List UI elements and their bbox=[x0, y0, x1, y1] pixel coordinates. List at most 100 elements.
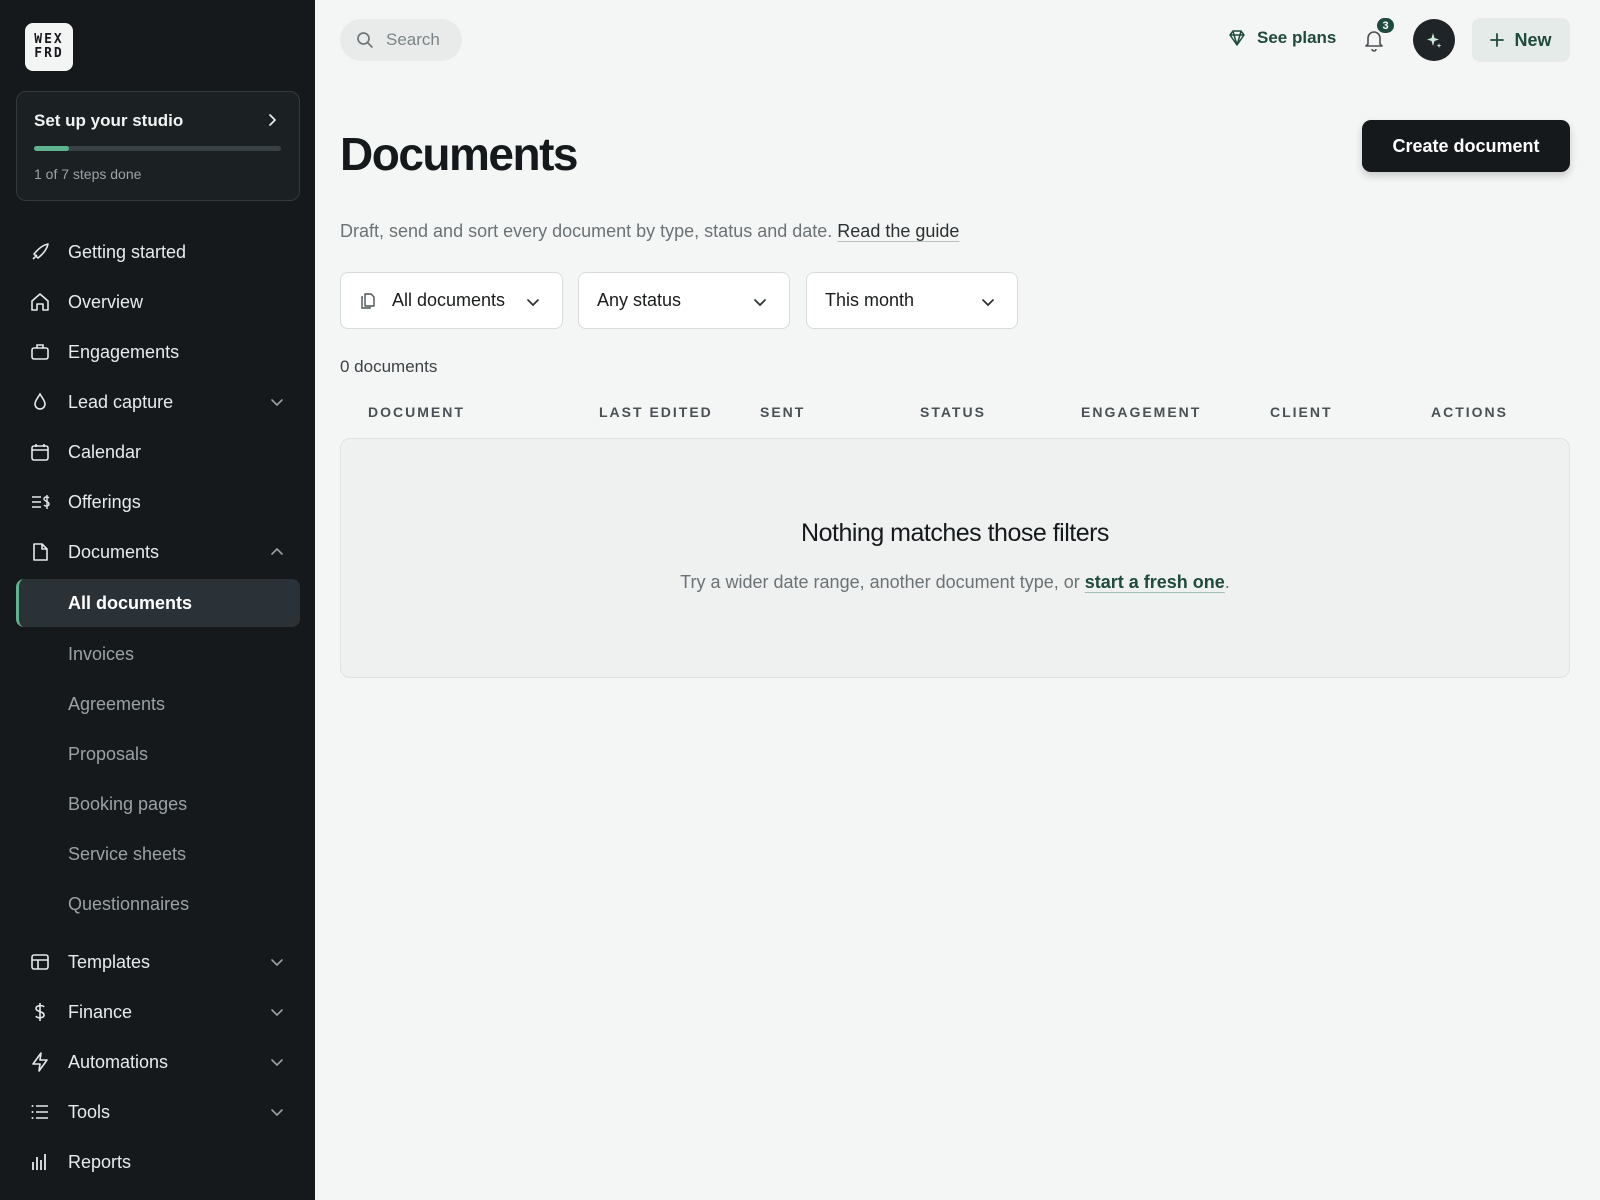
sidebar-item-tools[interactable]: Tools bbox=[16, 1091, 300, 1133]
drop-icon bbox=[29, 391, 51, 413]
chevron-right-icon bbox=[269, 114, 276, 126]
sidebar-subitem-agreements[interactable]: Agreements bbox=[16, 680, 300, 728]
dollar-icon bbox=[29, 1001, 51, 1023]
chevron-down-icon bbox=[271, 399, 283, 407]
logo-line-1: WEX bbox=[34, 32, 64, 47]
studio-logo[interactable]: WEX FRD bbox=[25, 23, 73, 71]
notification-count-badge: 3 bbox=[1376, 17, 1395, 34]
start-fresh-link[interactable]: start a fresh one bbox=[1085, 572, 1225, 592]
sidebar-item-label: Calendar bbox=[68, 441, 142, 462]
date-filter-value: This month bbox=[825, 290, 915, 310]
sidebar-item-offerings[interactable]: Offerings bbox=[16, 481, 300, 523]
empty-state: Nothing matches those filters Try a wide… bbox=[340, 438, 1570, 678]
search-placeholder: Search bbox=[386, 30, 440, 49]
setup-title: Set up your studio bbox=[34, 111, 184, 130]
sidebar-subitem-questionnaires[interactable]: Questionnaires bbox=[16, 880, 300, 928]
calendar-icon bbox=[29, 441, 51, 463]
document-type-filter[interactable]: All documents bbox=[340, 272, 563, 329]
chevron-down-icon bbox=[271, 959, 283, 967]
logo-line-2: FRD bbox=[34, 46, 64, 61]
page-subtitle: Draft, send and sort every document by t… bbox=[340, 221, 959, 242]
column-header-last-edited[interactable]: LAST EDITED bbox=[599, 404, 713, 420]
sidebar-item-label: Overview bbox=[68, 291, 144, 312]
lightning-icon bbox=[29, 1051, 51, 1073]
empty-state-message: Try a wider date range, another document… bbox=[680, 572, 1080, 592]
new-button[interactable]: New bbox=[1472, 18, 1570, 62]
sidebar-item-label: Tools bbox=[68, 1101, 111, 1122]
date-filter[interactable]: This month bbox=[806, 272, 1018, 329]
rocket-icon bbox=[29, 241, 51, 263]
sidebar-item-label: Reports bbox=[68, 1151, 132, 1172]
sidebar-item-automations[interactable]: Automations bbox=[16, 1041, 300, 1083]
sidebar-item-templates[interactable]: Templates bbox=[16, 941, 300, 983]
new-button-label: New bbox=[1514, 29, 1552, 50]
diamond-icon bbox=[1229, 30, 1245, 46]
sidebar-item-label: Templates bbox=[68, 951, 151, 972]
plus-icon bbox=[1490, 33, 1505, 47]
sidebar-item-engagements[interactable]: Engagements bbox=[16, 331, 300, 373]
empty-state-title: Nothing matches those filters bbox=[801, 519, 1109, 547]
column-header-status[interactable]: STATUS bbox=[920, 404, 986, 420]
sidebar-subitem-service-sheets[interactable]: Service sheets bbox=[16, 830, 300, 878]
column-header-actions: ACTIONS bbox=[1431, 404, 1508, 420]
chevron-down-icon bbox=[754, 299, 766, 307]
document-icon bbox=[29, 541, 51, 563]
setup-studio-card[interactable]: Set up your studio 1 of 7 steps done bbox=[16, 91, 300, 201]
bar-chart-icon bbox=[29, 1151, 51, 1173]
subtitle-text: Draft, send and sort every document by t… bbox=[340, 221, 833, 241]
create-document-button[interactable]: Create document bbox=[1362, 120, 1570, 172]
empty-state-period: . bbox=[1224, 572, 1230, 592]
sidebar-item-documents[interactable]: Documents bbox=[16, 531, 300, 573]
sidebar-subitem-proposals[interactable]: Proposals bbox=[16, 730, 300, 778]
sidebar-subitem-invoices[interactable]: Invoices bbox=[16, 630, 300, 678]
sidebar-item-label: Finance bbox=[68, 1001, 133, 1022]
sparkle-icon bbox=[1427, 33, 1442, 48]
sidebar-item-getting-started[interactable]: Getting started bbox=[16, 231, 300, 273]
document-type-value: All documents bbox=[392, 290, 506, 310]
sidebar-subitem-all-documents[interactable]: All documents bbox=[16, 579, 300, 627]
sidebar-item-label: Documents bbox=[68, 541, 160, 562]
chevron-down-icon bbox=[271, 1009, 283, 1017]
chevron-down-icon bbox=[982, 299, 994, 307]
layout-icon bbox=[29, 951, 51, 973]
list-icon bbox=[29, 1101, 51, 1123]
see-plans-label: See plans bbox=[1257, 28, 1337, 47]
home-icon bbox=[29, 291, 51, 313]
read-guide-link[interactable]: Read the guide bbox=[837, 221, 959, 241]
copy-document-icon bbox=[361, 292, 375, 309]
sidebar-item-lead-capture[interactable]: Lead capture bbox=[16, 381, 300, 423]
sidebar-item-finance[interactable]: Finance bbox=[16, 991, 300, 1033]
empty-state-text: Try a wider date range, another document… bbox=[341, 572, 1569, 593]
column-header-document[interactable]: DOCUMENT bbox=[368, 404, 465, 420]
status-filter-value: Any status bbox=[597, 290, 682, 310]
sidebar-item-label: Getting started bbox=[68, 241, 187, 262]
page-title: Documents bbox=[340, 128, 578, 180]
document-count: 0 documents bbox=[340, 357, 438, 376]
status-filter[interactable]: Any status bbox=[578, 272, 790, 329]
setup-progress-fill bbox=[34, 146, 70, 151]
search-input[interactable]: Search bbox=[340, 19, 462, 61]
chevron-up-icon bbox=[271, 547, 283, 555]
ai-assistant-button[interactable] bbox=[1413, 19, 1455, 61]
column-header-sent[interactable]: SENT bbox=[760, 404, 805, 420]
sidebar-item-label: Automations bbox=[68, 1051, 169, 1072]
column-header-engagement[interactable]: ENGAGEMENT bbox=[1081, 404, 1201, 420]
setup-steps-text: 1 of 7 steps done bbox=[34, 166, 142, 182]
sidebar-item-label: Offerings bbox=[68, 491, 141, 512]
sidebar-item-overview[interactable]: Overview bbox=[16, 281, 300, 323]
sidebar-item-calendar[interactable]: Calendar bbox=[16, 431, 300, 473]
see-plans-link[interactable]: See plans bbox=[1227, 28, 1336, 48]
sidebar-item-label: Engagements bbox=[68, 341, 180, 362]
search-icon bbox=[357, 32, 373, 48]
chevron-down-icon bbox=[527, 299, 539, 307]
sidebar-item-reports[interactable]: Reports bbox=[16, 1141, 300, 1183]
chevron-down-icon bbox=[271, 1059, 283, 1067]
column-header-client[interactable]: CLIENT bbox=[1270, 404, 1333, 420]
briefcase-icon bbox=[29, 341, 51, 363]
sidebar-item-label: Lead capture bbox=[68, 391, 174, 412]
price-list-icon bbox=[29, 491, 51, 513]
chevron-down-icon bbox=[271, 1109, 283, 1117]
sidebar-subitem-booking-pages[interactable]: Booking pages bbox=[16, 780, 300, 828]
setup-progress-bar bbox=[34, 146, 281, 151]
sidebar: WEX FRD Set up your studio 1 of 7 steps … bbox=[0, 0, 315, 1200]
